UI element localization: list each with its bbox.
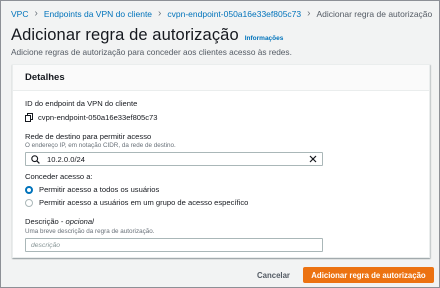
breadcrumb-separator-icon: ›: [34, 8, 38, 19]
radio-all-users[interactable]: Permitir acesso a todos os usuários: [25, 185, 159, 194]
panel-title: Detalhes: [25, 72, 65, 83]
info-link[interactable]: Informações: [245, 35, 284, 42]
description-hint: Uma breve descrição da regra de autoriza…: [25, 228, 155, 235]
add-authorization-rule-button[interactable]: Adicionar regra de autorização: [303, 267, 434, 283]
page-title-text: Adicionar regra de autorização: [11, 26, 239, 44]
description-optional: opcional: [65, 217, 94, 226]
breadcrumb-separator-icon: ›: [307, 8, 311, 19]
description-label-text: Descrição: [25, 217, 59, 226]
radio-all-users-label: Permitir acesso a todos os usuários: [39, 185, 160, 194]
panel-header: Detalhes: [13, 65, 429, 91]
details-panel: Detalhes ID do endpoint da VPN do client…: [12, 64, 430, 258]
copy-icon[interactable]: [25, 113, 33, 122]
endpoint-id-label: ID do endpoint da VPN do cliente: [25, 99, 138, 108]
radio-unchecked-icon[interactable]: [25, 198, 33, 207]
radio-specific-group-label: Permitir acesso a usuários em um grupo d…: [39, 198, 249, 207]
dest-network-label: Rede de destino para permitir acesso: [25, 132, 152, 141]
breadcrumb: VPC › Endpoints da VPN do cliente › cvpn…: [11, 8, 433, 20]
page-description: Adicione regras de autorização para conc…: [11, 47, 292, 57]
description-label: Descrição - opcional: [25, 217, 94, 226]
cancel-button[interactable]: Cancelar: [257, 271, 290, 280]
endpoint-id-value: cvpn-endpoint-050a16e33ef805c73: [25, 113, 158, 122]
breadcrumb-current: Adicionar regra de autorização: [316, 9, 433, 19]
dest-network-input[interactable]: 10.2.0.0/24: [25, 152, 323, 166]
breadcrumb-client-vpn-endpoints[interactable]: Endpoints da VPN do cliente: [44, 9, 152, 19]
description-input[interactable]: descrição: [25, 238, 323, 252]
dest-network-hint: O endereço IP, em notação CIDR, da rede …: [25, 142, 176, 149]
breadcrumb-vpc[interactable]: VPC: [11, 9, 28, 19]
grant-access-label: Conceder acesso a:: [25, 172, 93, 181]
radio-checked-icon[interactable]: [25, 185, 33, 194]
radio-specific-group[interactable]: Permitir acesso a usuários em um grupo d…: [25, 198, 248, 207]
clear-icon[interactable]: [308, 154, 318, 164]
description-placeholder: descrição: [31, 241, 61, 249]
search-icon: [31, 154, 40, 164]
page-title: Adicionar regra de autorização Informaçõ…: [11, 26, 283, 45]
endpoint-id-text: cvpn-endpoint-050a16e33ef805c73: [38, 113, 158, 122]
breadcrumb-endpoint-id[interactable]: cvpn-endpoint-050a16e33ef805c73: [167, 9, 301, 19]
breadcrumb-separator-icon: ›: [158, 8, 162, 19]
dest-network-value: 10.2.0.0/24: [47, 154, 86, 164]
